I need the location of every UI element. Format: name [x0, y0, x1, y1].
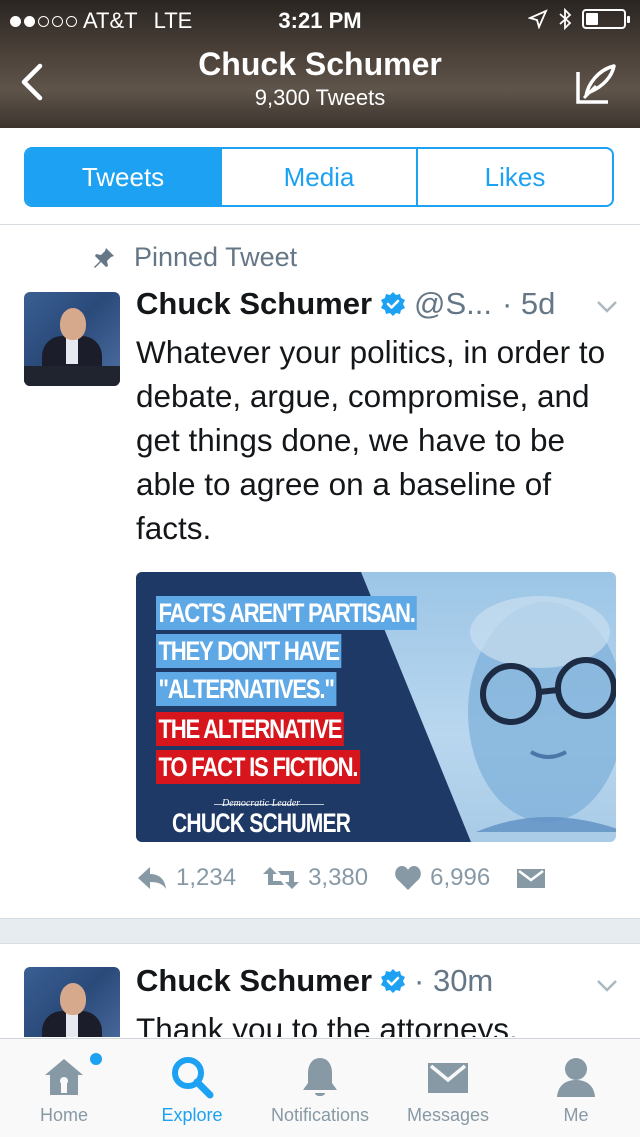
person-icon: [557, 1058, 595, 1097]
nav-messages-label: Messages: [406, 1105, 490, 1125]
media-line: FACTS AREN'T PARTISAN.: [156, 596, 418, 630]
verified-badge-icon: [381, 969, 406, 993]
nav-me[interactable]: Me: [512, 1039, 640, 1137]
nav-notifications-label: Notifications: [270, 1105, 370, 1125]
avatar[interactable]: [24, 292, 120, 386]
battery-icon: [582, 9, 630, 29]
pinned-tweet-label: Pinned Tweet: [92, 242, 297, 273]
media-line: "ALTERNATIVES.": [156, 672, 337, 706]
divider: [0, 224, 640, 225]
tweet-header: Chuck Schumer @S... · 5d: [136, 286, 555, 322]
tab-media[interactable]: Media: [222, 149, 418, 205]
author-name[interactable]: Chuck Schumer: [136, 963, 372, 999]
pinned-tweet-text: Pinned Tweet: [134, 242, 298, 272]
media-caption-name: CHUCK SCHUMER: [172, 808, 351, 838]
tweet-item[interactable]: Chuck Schumer · 30m Thank you to the att…: [0, 943, 640, 1037]
status-bar: AT&T LTE 3:21 PM: [0, 0, 640, 40]
author-name[interactable]: Chuck Schumer: [136, 286, 372, 322]
page-title: Chuck Schumer: [198, 46, 442, 82]
tweet-media-image[interactable]: FACTS AREN'T PARTISAN. THEY DON'T HAVE "…: [136, 572, 616, 842]
compose-tweet-icon[interactable]: [574, 62, 618, 106]
like-button[interactable]: 6,996: [394, 864, 490, 892]
media-line: THE ALTERNATIVE: [156, 712, 344, 746]
nav-notifications[interactable]: Notifications: [256, 1039, 384, 1137]
tweet-text: Whatever your politics, in order to deba…: [136, 334, 606, 546]
bluetooth-icon: [559, 8, 572, 30]
tweet-count: 9,300 Tweets: [254, 85, 386, 110]
portrait-illustration: [468, 596, 616, 832]
reply-icon: [138, 867, 166, 889]
retweet-icon: [263, 867, 300, 889]
nav-messages[interactable]: Messages: [384, 1039, 512, 1137]
nav-home-label: Home: [39, 1105, 88, 1125]
tab-likes[interactable]: Likes: [418, 149, 612, 205]
heart-icon: [395, 866, 421, 890]
tweet-text: Thank you to the attorneys.: [136, 1011, 518, 1037]
media-line: THEY DON'T HAVE: [156, 634, 342, 668]
verified-badge-icon: [381, 292, 406, 316]
media-line: TO FACT IS FICTION.: [156, 750, 360, 784]
retweet-count: 3,380: [308, 864, 369, 891]
envelope-icon: [517, 869, 546, 888]
direct-message-button[interactable]: [516, 866, 546, 890]
reply-count: 1,234: [176, 864, 237, 891]
nav-me-label: Me: [563, 1105, 589, 1125]
timeline-separator: [0, 918, 640, 944]
search-icon: [172, 1057, 214, 1099]
nav-explore[interactable]: Explore: [128, 1039, 256, 1137]
reply-button[interactable]: 1,234: [136, 864, 236, 892]
bell-icon: [303, 1058, 337, 1096]
like-count: 6,996: [430, 864, 491, 891]
pin-icon: [94, 247, 114, 268]
bottom-navigation: Home Explore Notifications Messages Me: [0, 1038, 640, 1137]
envelope-icon: [428, 1063, 468, 1093]
tweet-actions: 1,234 3,380 6,996: [136, 864, 572, 892]
notification-dot: [88, 1051, 104, 1067]
nav-explore-label: Explore: [161, 1105, 223, 1125]
author-handle[interactable]: @S...: [414, 286, 492, 322]
location-icon: [528, 9, 548, 29]
home-icon: [45, 1059, 83, 1095]
nav-home[interactable]: Home: [0, 1039, 128, 1137]
tab-tweets[interactable]: Tweets: [26, 149, 222, 205]
chevron-down-icon[interactable]: [596, 979, 618, 993]
chevron-down-icon[interactable]: [596, 300, 618, 314]
tweet-timestamp[interactable]: · 30m: [414, 963, 493, 999]
profile-tabs: Tweets Media Likes: [24, 147, 614, 207]
profile-header: AT&T LTE 3:21 PM Chuck Schumer 9,300 Twe…: [0, 0, 640, 128]
avatar[interactable]: [24, 967, 120, 1037]
tweet-header: Chuck Schumer · 30m: [136, 963, 493, 999]
retweet-button[interactable]: 3,380: [262, 864, 368, 892]
tweet-timestamp[interactable]: · 5d: [502, 286, 555, 322]
